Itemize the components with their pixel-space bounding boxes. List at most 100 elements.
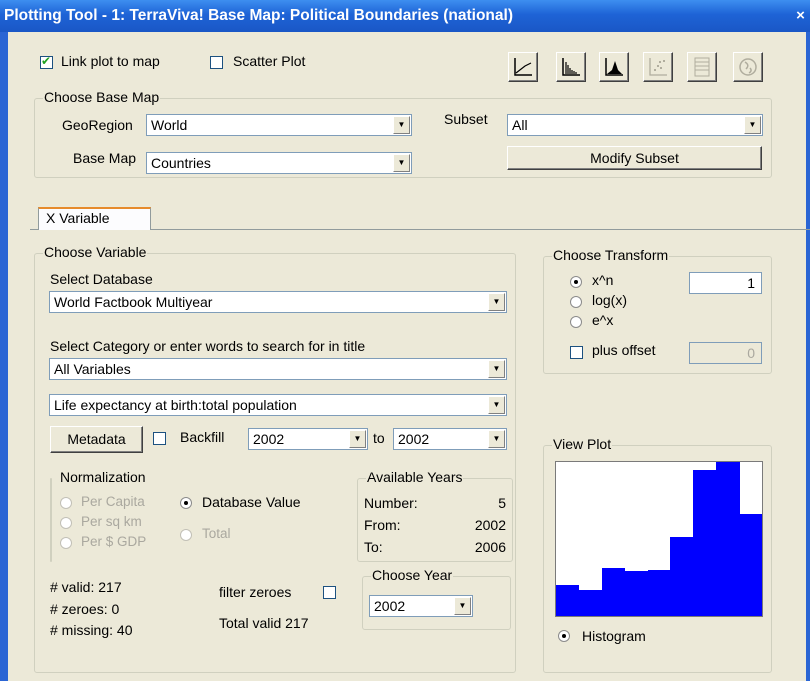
plus-offset-checkbox[interactable] [570,346,583,359]
histogram-icon [605,58,623,76]
base-map-legend: Choose Base Map [43,89,161,105]
close-icon[interactable]: × [793,6,808,25]
select-database-label: Select Database [50,271,153,287]
link-plot-checkbox[interactable] [40,54,53,69]
to-value: 2006 [474,539,506,555]
offset-input: 0 [689,342,762,364]
histogram-bar [556,585,580,616]
window-right-border [806,32,810,681]
link-plot-label: Link plot to map [61,53,160,69]
from-label: From: [364,517,401,533]
per-capita-label: Per Capita [81,494,145,509]
valid-count: # valid: 217 [50,579,122,595]
histogram-bar [578,590,603,616]
database-value-label: Database Value [202,494,301,510]
to-year-value: 2002 [398,431,430,447]
variable-select[interactable]: Life expectancy at birth:total populatio… [49,394,507,416]
scatter-plot-checkbox[interactable] [210,56,223,69]
year-select[interactable]: 2002 ▼ [369,595,473,617]
exp-label: e^x [592,312,614,328]
normalization-group: Normalization [50,469,147,562]
globe-icon [739,58,757,76]
plus-offset-label: plus offset [592,342,656,358]
year-value: 2002 [374,598,406,614]
per-sq-km-radio [60,517,72,529]
histogram-bar [716,462,740,616]
to-year-select[interactable]: 2002 ▼ [393,428,507,450]
chevron-down-icon[interactable]: ▼ [349,430,366,448]
category-select[interactable]: All Variables ▼ [49,358,507,380]
georegion-select[interactable]: World ▼ [146,114,412,136]
subset-select[interactable]: All ▼ [507,114,763,136]
histogram-bar [670,537,694,616]
from-year-value: 2002 [253,431,285,447]
total-label: Total [202,526,231,541]
per-gdp-radio [60,537,72,549]
backfill-checkbox[interactable] [153,432,166,445]
exp-radio[interactable] [570,316,582,328]
backfill-label: Backfill [180,429,225,445]
georegion-label: GeoRegion [62,117,133,133]
chevron-down-icon[interactable]: ▼ [393,154,410,172]
filter-zeroes-checkbox[interactable] [323,586,336,599]
tab-x-variable[interactable]: X Variable [38,207,151,230]
per-capita-radio [60,497,72,509]
exponent-input[interactable]: 1 [689,272,762,294]
base-map-select[interactable]: Countries ▼ [146,152,412,174]
base-map-value: Countries [151,155,211,171]
per-sq-km-label: Per sq km [81,514,142,529]
title-bar: Plotting Tool - 1: TerraViva! Base Map: … [0,0,810,32]
per-gdp-label: Per $ GDP [81,534,147,549]
histogram-label: Histogram [582,628,646,644]
category-label: Select Category or enter words to search… [50,338,366,354]
xn-label: x^n [592,272,614,288]
log-label: log(x) [592,292,628,308]
xn-radio[interactable] [570,276,582,288]
database-value-radio[interactable] [180,497,192,509]
missing-count: # missing: 40 [50,622,133,638]
chevron-down-icon[interactable]: ▼ [393,116,410,134]
from-year-select[interactable]: 2002 ▼ [248,428,368,450]
histogram-bar [647,570,671,616]
total-valid: Total valid 217 [219,615,309,631]
base-map-label: Base Map [73,150,137,166]
histogram-bar [601,568,626,616]
database-value: World Factbook Multiyear [54,294,213,310]
scatter-icon [649,58,667,76]
histogram-bar [739,514,762,616]
histogram-radio[interactable] [558,630,570,642]
histogram-bar [693,470,717,616]
histogram-button[interactable] [599,52,629,82]
bar-chart-button[interactable] [556,52,586,82]
subset-value: All [512,117,528,133]
chevron-down-icon[interactable]: ▼ [454,597,471,615]
modify-subset-button[interactable]: Modify Subset [507,146,762,170]
histogram-plot [555,461,763,617]
to-label: to [373,430,385,446]
database-select[interactable]: World Factbook Multiyear ▼ [49,291,507,313]
chevron-down-icon[interactable]: ▼ [488,430,505,448]
choose-transform-legend: Choose Transform [552,247,670,263]
available-years-legend: Available Years [366,469,464,485]
table-button [687,52,717,82]
subset-label: Subset [444,111,488,127]
number-value: 5 [498,495,506,511]
chevron-down-icon[interactable]: ▼ [744,116,761,134]
histogram-bar [624,571,649,616]
number-label: Number: [364,495,418,511]
total-radio [180,529,192,541]
line-chart-button[interactable] [508,52,538,82]
chevron-down-icon[interactable]: ▼ [488,396,505,414]
variable-value: Life expectancy at birth:total populatio… [54,397,297,413]
choose-variable-legend: Choose Variable [43,244,148,260]
category-value: All Variables [54,361,131,377]
plotting-tool-window: Plotting Tool - 1: TerraViva! Base Map: … [0,0,810,681]
line-chart-icon [514,58,532,76]
chevron-down-icon[interactable]: ▼ [488,360,505,378]
map-button [733,52,763,82]
choose-year-legend: Choose Year [371,567,454,583]
chevron-down-icon[interactable]: ▼ [488,293,505,311]
bar-chart-icon [562,58,580,76]
metadata-button[interactable]: Metadata [50,426,143,453]
log-radio[interactable] [570,296,582,308]
